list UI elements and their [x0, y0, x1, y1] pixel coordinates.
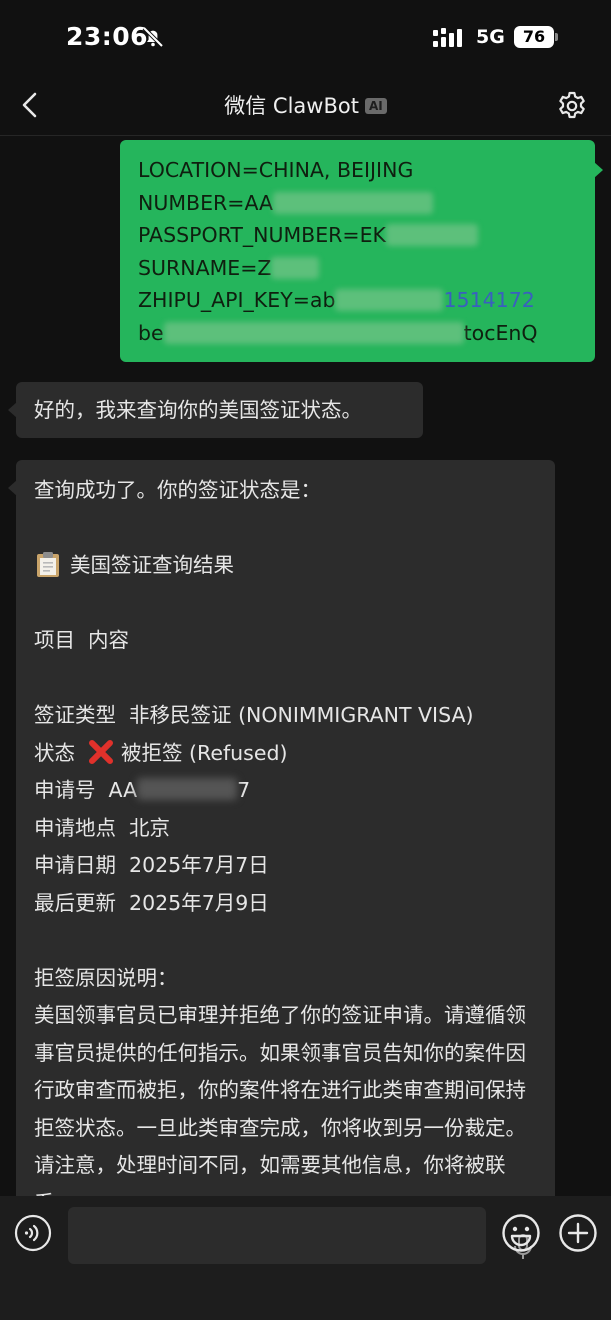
redaction-blur	[273, 191, 434, 214]
row-label: 签证类型	[34, 703, 116, 727]
row-application-number: 申请号 AA 7	[34, 772, 537, 810]
battery-tip	[555, 33, 558, 41]
network-type: 5G	[476, 26, 505, 48]
message-line: be tocEnQ	[138, 317, 577, 350]
row-label: 最后更新	[34, 890, 116, 915]
reason-title: 拒签原因说明：	[34, 965, 178, 990]
user-message-bubble[interactable]: LOCATION=CHINA, BEIJING NUMBER=AA PASSPO…	[120, 140, 603, 362]
voice-input-icon[interactable]	[14, 1214, 52, 1252]
row-value-start: AA	[108, 778, 138, 802]
message-line: NUMBER=AA	[138, 187, 577, 220]
row-value: 2025年7月9日	[129, 890, 269, 915]
line-text: ZHIPU_API_KEY=ab	[138, 288, 336, 313]
bubble-tail	[8, 480, 17, 496]
battery-level: 76	[514, 26, 554, 48]
line-text: be	[138, 320, 164, 345]
plus-icon[interactable]	[558, 1213, 598, 1253]
line-text-tail: tocEnQ	[463, 320, 538, 345]
row-status: 状态 被拒签 (Refused)	[34, 735, 537, 773]
silent-bell-icon	[142, 26, 164, 48]
message-line: LOCATION=CHINA, BEIJING	[138, 154, 577, 187]
message-line: PASSPORT_NUMBER=EK	[138, 219, 577, 252]
redaction-blur	[385, 224, 478, 247]
row-value-end: 7	[237, 778, 251, 802]
reason-text: 美国领事官员已审理并拒绝了你的签证申请。请遵循领事官员提供的任何指示。如果领事官…	[34, 1003, 526, 1215]
emoji-icon[interactable]	[501, 1213, 541, 1253]
row-label: 申请号	[34, 778, 96, 802]
status-bar: 23:06 5G 76	[0, 0, 611, 76]
row-label: 状态	[34, 740, 75, 765]
line-text: SURNAME=Z	[138, 255, 272, 280]
line-text-tail: 1514172	[443, 288, 535, 313]
header-col2: 内容	[88, 628, 130, 652]
chat-title: 微信 ClawBot	[224, 94, 359, 118]
bot-visa-result-bubble[interactable]: 查询成功了。你的签证状态是： 美国签证查询结果 项目 内容 签证类型 非移民签证…	[8, 460, 555, 1220]
row-value: 非移民签证 (NONIMMIGRANT VISA)	[129, 703, 474, 727]
bubble-tail	[8, 402, 17, 418]
row-visa-type: 签证类型 非移民签证 (NONIMMIGRANT VISA)	[34, 697, 537, 735]
row-application-date: 申请日期 2025年7月7日	[34, 847, 537, 885]
intro-text: 查询成功了。你的签证状态是：	[34, 478, 321, 502]
line-text: PASSPORT_NUMBER=EK	[138, 223, 386, 248]
line-text: LOCATION=CHINA, BEIJING	[138, 158, 414, 182]
message-text: 好的，我来查询你的美国签证状态。	[34, 398, 362, 422]
line-text: NUMBER=AA	[138, 190, 274, 215]
bubble-tail	[594, 162, 603, 178]
cellular-signal-icon	[433, 28, 462, 47]
row-value: 被拒签 (Refused)	[121, 740, 288, 765]
redaction-blur	[271, 256, 320, 279]
input-bar	[0, 1196, 611, 1320]
heading-text: 美国签证查询结果	[70, 553, 234, 577]
row-value: 北京	[129, 815, 171, 840]
row-value: 2025年7月7日	[129, 853, 269, 877]
ai-badge: AI	[364, 98, 387, 114]
message-input[interactable]	[68, 1207, 532, 1264]
header-col1: 项目	[34, 628, 75, 652]
redaction-blur	[163, 321, 464, 344]
table-header: 项目 内容	[34, 622, 537, 660]
message-line: ZHIPU_API_KEY=ab 1514172	[138, 284, 577, 317]
redaction-blur	[137, 778, 238, 800]
chat-header: 微信 ClawBot AI	[0, 76, 611, 136]
row-label: 申请日期	[34, 853, 116, 877]
cross-mark-icon	[89, 739, 113, 764]
status-time: 23:06	[66, 22, 149, 51]
row-location: 申请地点 北京	[34, 810, 537, 848]
row-last-updated: 最后更新 2025年7月9日	[34, 885, 537, 923]
row-label: 申请地点	[34, 815, 116, 840]
settings-gear-icon[interactable]	[556, 90, 588, 122]
message-line: SURNAME=Z	[138, 252, 577, 285]
result-heading: 美国签证查询结果	[34, 547, 537, 585]
redaction-blur	[335, 289, 444, 312]
bot-message-bubble[interactable]: 好的，我来查询你的美国签证状态。	[8, 382, 423, 438]
clipboard-icon	[37, 552, 59, 577]
chat-title-wrap: 微信 ClawBot AI	[0, 90, 611, 120]
